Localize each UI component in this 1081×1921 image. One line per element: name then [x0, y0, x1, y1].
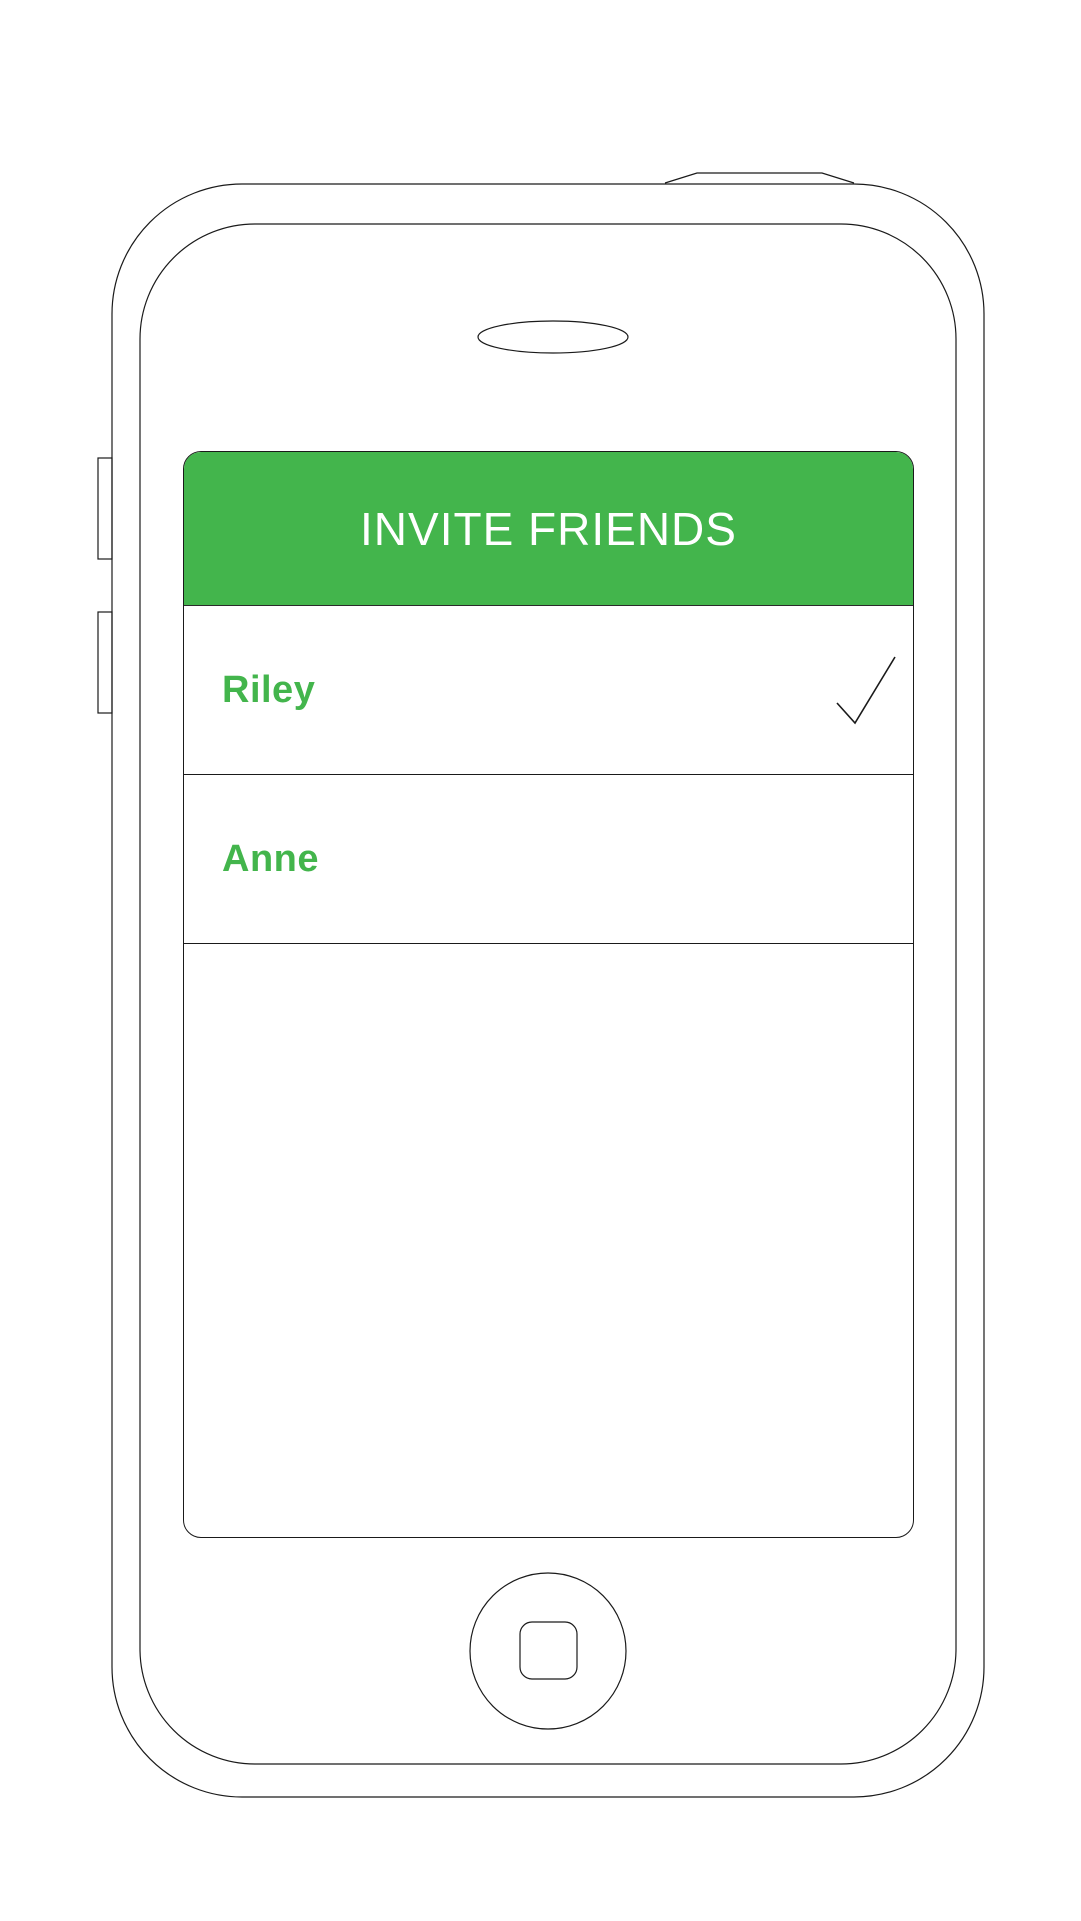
- page-title: INVITE FRIENDS: [360, 502, 737, 555]
- friend-name: Riley: [222, 668, 316, 711]
- header-bar: INVITE FRIENDS: [184, 452, 913, 606]
- home-button: [469, 1572, 627, 1730]
- power-button: [664, 172, 855, 184]
- speaker-icon: [477, 320, 629, 354]
- home-button-square-icon: [519, 1621, 578, 1680]
- volume-down-button: [97, 611, 113, 714]
- volume-up-button: [97, 457, 113, 560]
- friend-row-riley[interactable]: Riley: [184, 606, 913, 775]
- friend-name: Anne: [222, 837, 319, 880]
- friend-row-anne[interactable]: Anne: [184, 775, 913, 944]
- checkmark-icon: [836, 656, 896, 725]
- app-screen: INVITE FRIENDS Riley Anne: [183, 451, 914, 1538]
